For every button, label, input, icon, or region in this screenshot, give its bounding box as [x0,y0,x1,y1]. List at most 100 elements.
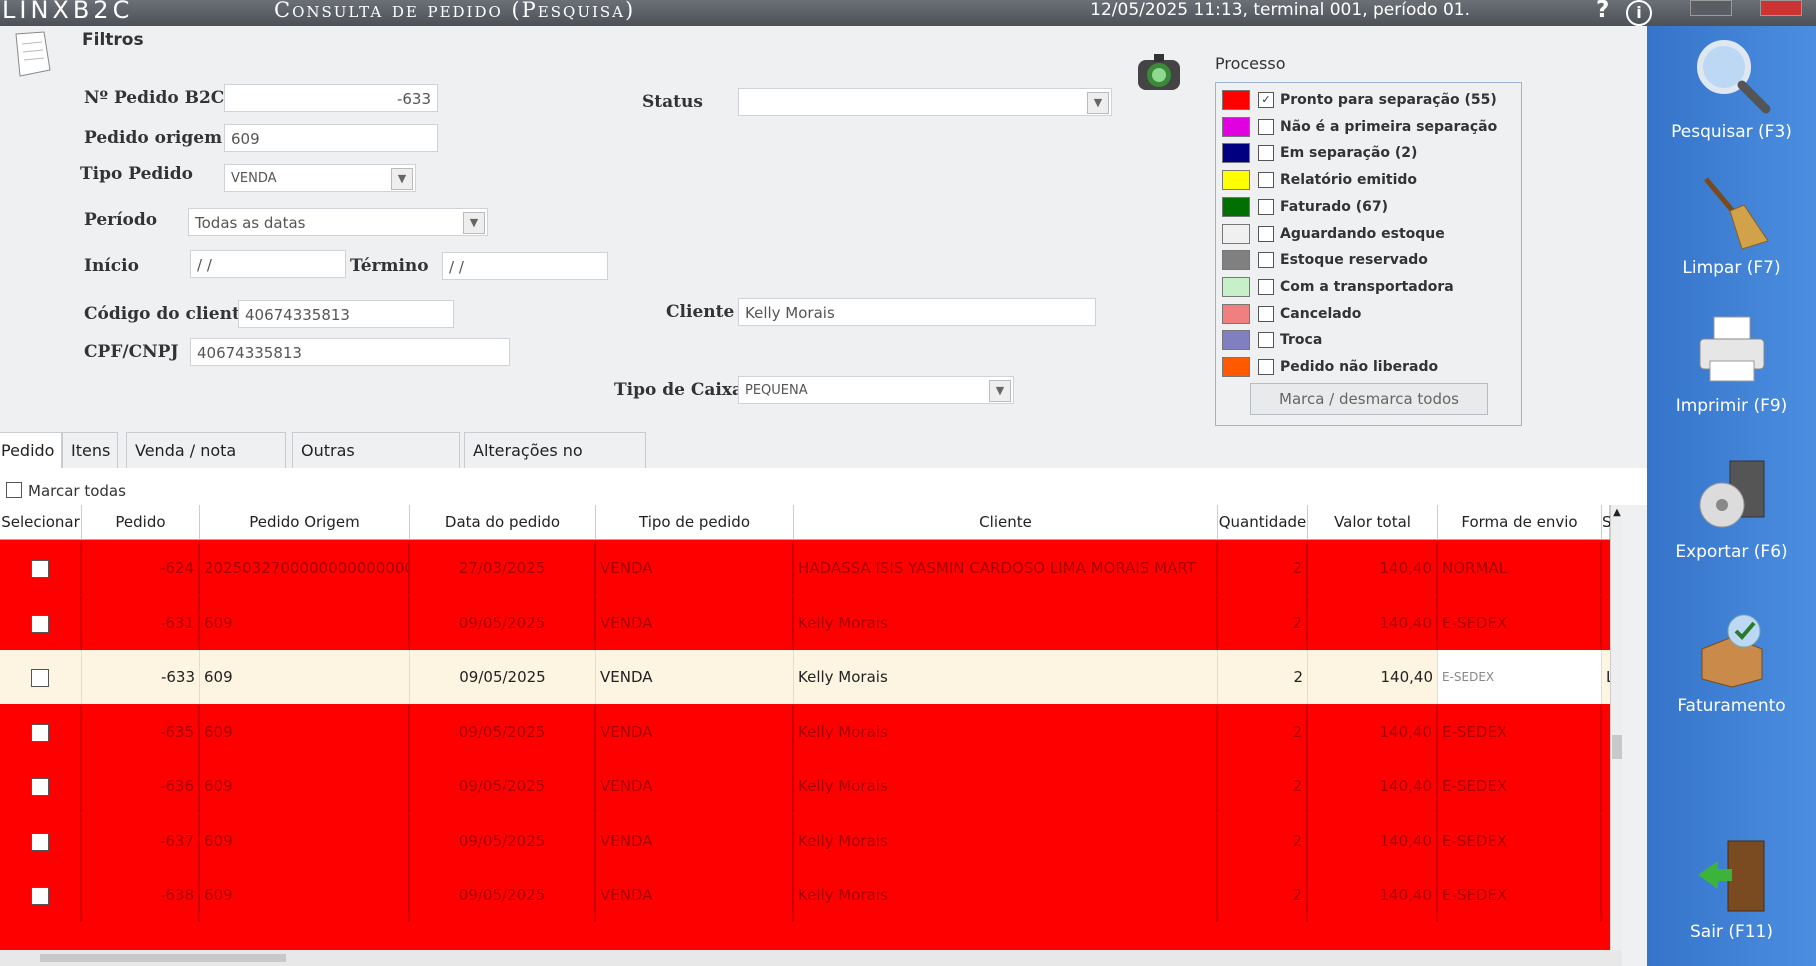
chevron-down-icon[interactable]: ▼ [463,212,485,234]
column-header[interactable]: S [1602,505,1612,539]
column-header[interactable]: Quantidade [1218,505,1308,539]
processo-checkbox[interactable] [1258,252,1274,269]
column-header[interactable]: Valor total [1308,505,1438,539]
cpf-cnpj-input[interactable]: 40674335813 [190,338,510,366]
inicio-date-input[interactable]: / / [190,250,346,278]
row-checkbox[interactable] [31,778,49,796]
tab-venda-nota-fiscal[interactable]: Venda / nota fiscal [126,432,286,496]
row-checkbox[interactable] [31,832,49,851]
table-row[interactable]: -624 20250327000000000000000 27/03/2025 VEN… [0,541,1612,595]
hscroll-thumb[interactable] [40,954,286,962]
processo-checkbox[interactable] [1258,278,1274,295]
termino-date-input[interactable]: / / [442,252,608,280]
cpf-cnpj-label: CPF/CNPJ [84,342,179,362]
column-header[interactable]: Cliente [794,505,1218,539]
row-select-cell[interactable] [0,868,82,922]
table-cell: VENDA [596,704,794,759]
processo-item[interactable]: Estoque reservado [1222,249,1428,271]
processo-item[interactable]: Em separação (2) [1222,142,1417,164]
processo-checkbox[interactable]: ✓ [1258,92,1274,108]
processo-item[interactable]: Não é a primeira separação [1222,116,1497,138]
column-header[interactable]: Selecionar [0,505,82,539]
tipo-caixa-select[interactable]: PEQUENA ▼ [738,376,1014,404]
vertical-scrollbar[interactable]: ▲ [1610,505,1622,950]
toggle-all-button[interactable]: Marca / desmarca todos [1250,383,1488,415]
periodo-select[interactable]: Todas as datas ▼ [188,208,488,236]
processo-item[interactable]: Com a transportadora [1222,276,1454,298]
tab-itens[interactable]: Itens [62,432,118,468]
processo-checkbox[interactable] [1258,225,1274,242]
minimize-button[interactable] [1690,0,1732,16]
row-select-cell[interactable] [0,650,82,704]
processo-checkbox[interactable] [1258,359,1274,375]
processo-item[interactable]: Relatório emitido [1222,169,1417,191]
row-select-cell[interactable] [0,813,82,868]
faturamento-button[interactable]: Faturamento [1647,606,1816,716]
info-icon[interactable]: i [1626,0,1652,26]
processo-checkbox[interactable] [1258,332,1274,349]
limpar-button[interactable]: Limpar (F7) [1647,168,1816,278]
processo-checkbox[interactable] [1258,198,1274,215]
tab-alteracoes-pedido[interactable]: Alterações no pedido [464,432,646,496]
table-cell: 140,40 [1308,813,1438,868]
column-header[interactable]: Data do pedido [410,505,596,539]
help-icon[interactable]: ? [1596,0,1609,23]
processo-heading: Processo [1215,54,1286,73]
imprimir-button[interactable]: Imprimir (F9) [1647,306,1816,416]
table-row[interactable]: -637 609 09/05/2025 VENDA Kelly Morais 2 140,4… [0,813,1612,868]
processo-item[interactable]: Troca [1222,329,1322,351]
row-select-cell[interactable] [0,704,82,759]
close-button[interactable] [1760,0,1802,16]
pedido-origem-input[interactable]: 609 [224,124,438,152]
column-header[interactable]: Forma de envio [1438,505,1602,539]
processo-checkbox[interactable] [1258,145,1274,162]
table-row[interactable]: -636 609 09/05/2025 VENDA Kelly Morais 2 140,4… [0,759,1612,813]
scroll-thumb[interactable] [1612,735,1622,759]
row-checkbox[interactable] [31,560,49,578]
column-header[interactable]: Tipo de pedido [596,505,794,539]
column-header[interactable]: Pedido Origem [200,505,410,539]
table-cell: VENDA [596,541,794,595]
row-select-cell[interactable] [0,759,82,813]
processo-item[interactable]: Aguardando estoque [1222,223,1445,245]
title-bar: LINXB2C Consulta de pedido (Pesquisa) 12… [0,0,1816,26]
row-select-cell[interactable] [0,595,82,650]
table-row[interactable]: -633 609 09/05/2025 VENDA Kelly Morais 2 140,4… [0,650,1611,704]
row-select-cell[interactable] [0,541,82,595]
table-row[interactable]: -635 609 09/05/2025 VENDA Kelly Morais 2 140,4… [0,704,1612,759]
pedido-b2c-input[interactable]: -633 [224,84,438,112]
processo-checkbox[interactable] [1258,305,1274,322]
pesquisar-button[interactable]: Pesquisar (F3) [1647,32,1816,142]
processo-item[interactable]: Cancelado [1222,303,1361,325]
processo-item[interactable]: Faturado (67) [1222,196,1388,218]
color-swatch [1222,303,1250,324]
processo-item[interactable]: ✓ Pronto para separação (55) [1222,89,1497,111]
chevron-down-icon[interactable]: ▼ [989,380,1011,402]
row-checkbox[interactable] [31,723,49,742]
processo-checkbox[interactable] [1258,172,1274,189]
status-select[interactable]: ▼ [738,88,1112,116]
chevron-down-icon[interactable]: ▼ [391,168,413,190]
processo-item[interactable]: Pedido não liberado [1222,356,1438,378]
tipo-pedido-select[interactable]: VENDA ▼ [224,164,416,192]
exportar-button[interactable]: Exportar (F6) [1647,452,1816,562]
codigo-cliente-input[interactable]: 40674335813 [238,300,454,328]
table-row[interactable]: -631 609 09/05/2025 VENDA Kelly Morais 2 140,4… [0,595,1612,650]
tab-pedido[interactable]: Pedido [0,432,62,470]
chevron-down-icon[interactable]: ▼ [1087,92,1109,114]
row-checkbox[interactable] [31,614,49,633]
column-header[interactable]: Pedido [82,505,200,539]
sair-button[interactable]: Sair (F11) [1647,832,1816,942]
processo-checkbox[interactable] [1258,118,1274,135]
pesquisar-label: Pesquisar (F3) [1671,122,1792,142]
row-checkbox[interactable] [31,887,49,905]
row-checkbox[interactable] [31,669,49,687]
tab-outras-informacoes[interactable]: Outras informações [292,432,460,496]
horizontal-scrollbar[interactable] [0,950,1622,966]
table-cell: 09/05/2025 [410,759,596,813]
forma-envio-editor[interactable]: E-SEDEX [1438,650,1602,704]
marcar-todas-checkbox[interactable] [6,482,22,498]
cliente-input[interactable]: Kelly Morais [738,298,1096,326]
scroll-up-icon[interactable]: ▲ [1612,507,1622,521]
table-row[interactable]: -638 609 09/05/2025 VENDA Kelly Morais 2 140,4… [0,868,1612,922]
